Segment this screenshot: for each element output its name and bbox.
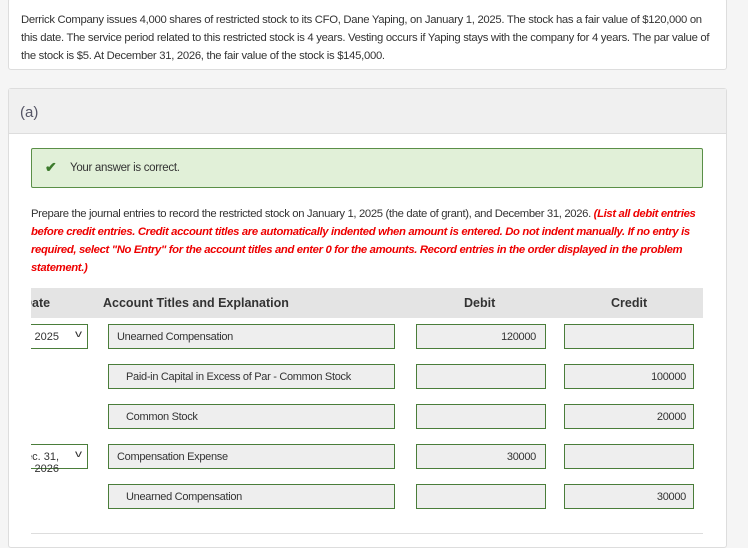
header-date: Date <box>31 296 51 310</box>
success-text: Your answer is correct. <box>70 162 180 174</box>
problem-statement: Derrick Company issues 4,000 shares of r… <box>8 0 727 70</box>
debit-input[interactable]: 120000 <box>416 324 546 349</box>
credit-input[interactable]: 20000 <box>564 404 694 429</box>
check-icon: ✔ <box>45 159 57 175</box>
date-value: Jan. 1, 2025 <box>31 331 59 343</box>
journal-table: Date Account Titles and Explanation Debi… <box>31 288 703 548</box>
header-credit: Credit <box>611 296 648 310</box>
part-label: (a) <box>9 89 726 134</box>
problem-text: Derrick Company issues 4,000 shares of r… <box>21 14 710 62</box>
chevron-down-icon: v <box>75 329 82 340</box>
date-value: Dec. 31, 2026 <box>31 451 59 475</box>
account-input[interactable]: Common Stock <box>108 404 395 429</box>
debit-input[interactable] <box>416 404 546 429</box>
table-row: Common Stock 20000 <box>31 404 703 430</box>
instructions: Prepare the journal entries to record th… <box>31 205 703 277</box>
debit-input[interactable] <box>416 484 546 509</box>
chevron-down-icon: v <box>75 449 82 460</box>
credit-input[interactable]: 100000 <box>564 364 694 389</box>
credit-input[interactable] <box>564 324 694 349</box>
account-input[interactable]: Paid-in Capital in Excess of Par - Commo… <box>108 364 395 389</box>
credit-input[interactable]: 30000 <box>564 484 694 509</box>
header-debit: Debit <box>464 296 496 310</box>
date-select[interactable]: Dec. 31, 2026 v <box>31 444 88 475</box>
table-row: Unearned Compensation 30000 <box>31 484 703 510</box>
instructions-text: Prepare the journal entries to record th… <box>31 208 591 220</box>
account-input[interactable]: Unearned Compensation <box>108 324 395 349</box>
table-row: Dec. 31, 2026 v Compensation Expense 30000 <box>31 444 703 475</box>
debit-input[interactable] <box>416 364 546 389</box>
table-row: Jan. 1, 2025 v Unearned Compensation 120000 <box>31 324 703 350</box>
debit-input[interactable]: 30000 <box>416 444 546 469</box>
credit-input[interactable] <box>564 444 694 469</box>
account-input[interactable]: Unearned Compensation <box>108 484 395 509</box>
account-input[interactable]: Compensation Expense <box>108 444 395 469</box>
date-select[interactable]: Jan. 1, 2025 v <box>31 324 88 349</box>
table-row: Paid-in Capital in Excess of Par - Commo… <box>31 364 703 390</box>
part-a-panel: (a) ✔ Your answer is correct. Prepare th… <box>8 88 727 548</box>
table-header: Date Account Titles and Explanation Debi… <box>31 288 703 318</box>
header-account: Account Titles and Explanation <box>103 296 289 310</box>
success-banner: ✔ Your answer is correct. <box>31 148 703 188</box>
